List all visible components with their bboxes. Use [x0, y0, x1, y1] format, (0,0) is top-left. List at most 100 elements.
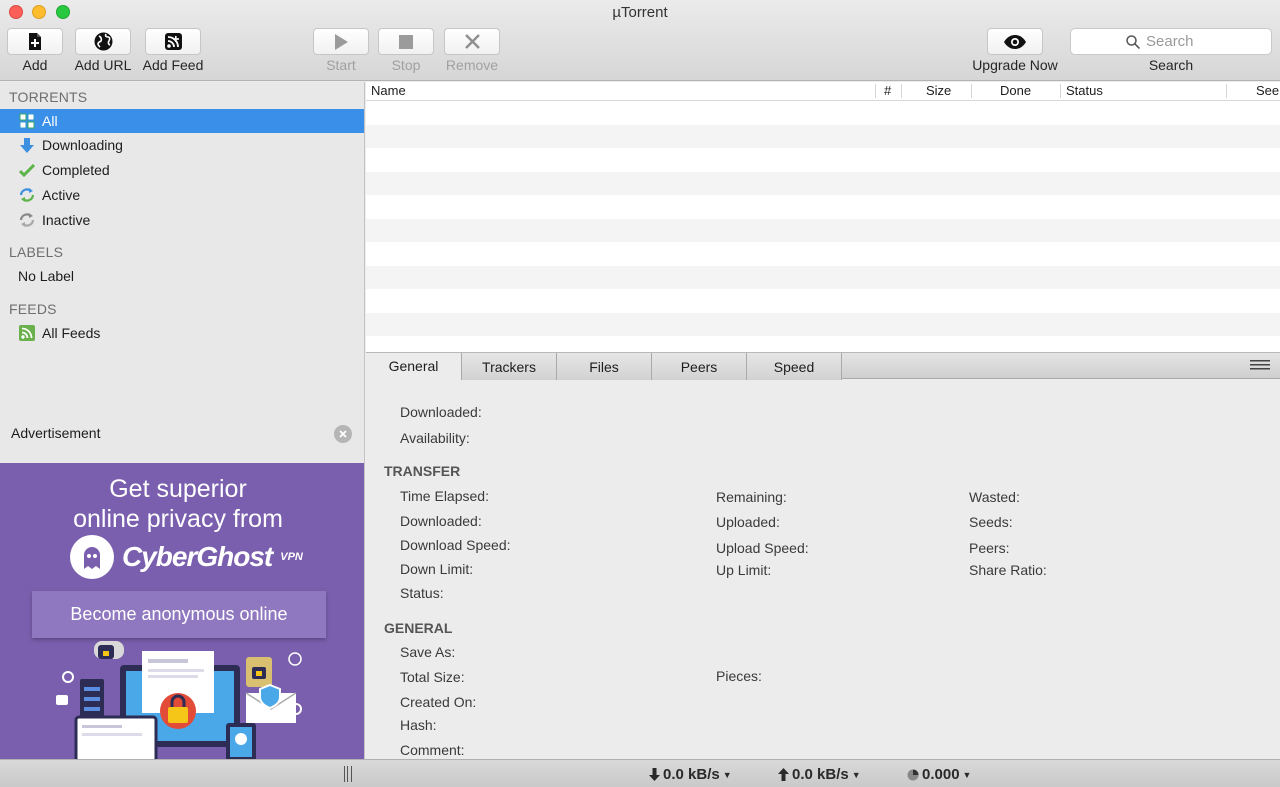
tab-speed[interactable]: Speed	[746, 353, 842, 380]
add-button[interactable]	[7, 28, 63, 55]
table-row[interactable]	[366, 148, 1280, 172]
window-title: µTorrent	[612, 4, 668, 21]
column-size[interactable]: Size	[926, 83, 951, 100]
sidebar-item-label: Completed	[42, 162, 110, 178]
feeds-heading: FEEDS	[9, 301, 57, 317]
column-seeds[interactable]: See	[1256, 83, 1279, 100]
column-number[interactable]: #	[884, 83, 891, 100]
sidebar-item-label: No Label	[18, 268, 75, 284]
table-row[interactable]	[366, 289, 1280, 313]
start-button[interactable]	[313, 28, 369, 55]
labels-heading: LABELS	[9, 244, 64, 260]
ghost-icon	[70, 535, 114, 579]
table-row[interactable]	[366, 124, 1280, 148]
transfer-heading: TRANSFER	[384, 463, 461, 479]
column-separator[interactable]	[1226, 84, 1227, 98]
remove-label: Remove	[445, 57, 499, 73]
field-save-as: Save As:	[400, 644, 456, 660]
ad-brand-suffix: VPN	[280, 551, 303, 563]
field-remaining: Remaining:	[716, 489, 787, 505]
menu-icon[interactable]	[1250, 360, 1270, 370]
field-total-size: Total Size:	[400, 669, 465, 685]
chevron-down-icon: ▼	[962, 769, 972, 780]
close-ad-button[interactable]	[334, 425, 352, 443]
table-row[interactable]	[366, 195, 1280, 219]
column-done[interactable]: Done	[1000, 83, 1031, 100]
column-status[interactable]: Status	[1066, 83, 1103, 100]
rss-icon	[18, 324, 36, 342]
table-row[interactable]	[366, 242, 1280, 266]
cyberghost-logo: CyberGhost VPN	[70, 535, 303, 579]
share-ratio-value: 0.000	[922, 766, 960, 783]
sidebar-item-label: Inactive	[42, 212, 91, 228]
add-feed-button[interactable]	[145, 28, 201, 55]
sidebar-item-label: Active	[42, 187, 81, 203]
status-bar: 0.0 kB/s ▼ 0.0 kB/s ▼ 0.000 ▼	[0, 759, 1280, 787]
sidebar-item-all[interactable]: All	[0, 109, 364, 133]
sidebar-item-completed[interactable]: Completed	[0, 158, 364, 182]
column-separator[interactable]	[1060, 84, 1061, 98]
column-separator[interactable]	[875, 84, 876, 98]
sidebar-item-active[interactable]: Active	[0, 183, 364, 207]
torrent-list[interactable]: Name # Size Done Status See	[366, 82, 1280, 352]
add-url-button[interactable]	[75, 28, 131, 55]
stop-button[interactable]	[378, 28, 434, 55]
download-arrow-icon	[649, 768, 660, 781]
checkmark-icon	[18, 161, 36, 179]
upload-rate-value: 0.0 kB/s	[792, 766, 849, 783]
field-pieces: Pieces:	[716, 668, 762, 684]
play-icon	[335, 33, 348, 50]
sidebar-item-inactive[interactable]: Inactive	[0, 208, 364, 232]
ad-headline: Get superior	[109, 475, 247, 503]
globe-icon	[94, 32, 112, 51]
field-peers: Peers:	[969, 540, 1010, 556]
search-input[interactable]	[1146, 33, 1216, 50]
table-row[interactable]	[366, 312, 1280, 336]
all-torrents-icon	[18, 112, 36, 130]
resize-grip-icon[interactable]	[344, 766, 352, 782]
column-name[interactable]: Name	[371, 83, 406, 100]
torrent-list-header: Name # Size Done Status See	[366, 82, 1280, 101]
table-row[interactable]	[366, 101, 1280, 125]
search-box[interactable]	[1070, 28, 1272, 55]
sidebar-item-no-label[interactable]: No Label	[0, 264, 364, 288]
tab-files[interactable]: Files	[556, 353, 652, 380]
add-feed-icon	[164, 33, 182, 50]
tab-trackers[interactable]: Trackers	[461, 353, 557, 380]
sidebar-item-downloading[interactable]: Downloading	[0, 133, 364, 157]
field-downloaded: Downloaded:	[400, 404, 482, 420]
remove-button[interactable]	[444, 28, 500, 55]
tab-peers[interactable]: Peers	[651, 353, 747, 380]
ad-cta-button[interactable]: Become anonymous online	[32, 591, 326, 638]
table-row[interactable]	[366, 171, 1280, 195]
field-wasted: Wasted:	[969, 489, 1020, 505]
field-created-on: Created On:	[400, 694, 477, 710]
devices-illustration-icon	[56, 641, 302, 759]
share-ratio[interactable]: 0.000 ▼	[907, 766, 971, 783]
download-rate-value: 0.0 kB/s	[663, 766, 720, 783]
add-feed-label: Add Feed	[142, 57, 204, 73]
sidebar: TORRENTS All Downloading Completed Activ…	[0, 82, 365, 463]
sidebar-item-all-feeds[interactable]: All Feeds	[0, 321, 364, 345]
search-icon	[1126, 34, 1140, 49]
chevron-down-icon: ▼	[851, 769, 861, 780]
upload-rate[interactable]: 0.0 kB/s ▼	[778, 766, 861, 783]
table-row[interactable]	[366, 336, 1280, 352]
field-time-elapsed: Time Elapsed:	[400, 488, 489, 504]
chevron-down-icon: ▼	[722, 769, 732, 780]
upgrade-button[interactable]	[987, 28, 1043, 55]
table-row[interactable]	[366, 265, 1280, 289]
active-arrows-icon	[18, 186, 36, 204]
download-arrow-icon	[18, 136, 36, 154]
field-upload-speed: Upload Speed:	[716, 540, 809, 556]
advertisement-banner[interactable]: Get superior online privacy from CyberGh…	[0, 463, 365, 759]
upload-arrow-icon	[778, 768, 789, 781]
torrents-heading: TORRENTS	[9, 89, 88, 105]
advertisement-header: Advertisement	[0, 420, 365, 462]
column-separator[interactable]	[901, 84, 902, 98]
field-comment: Comment:	[400, 742, 465, 758]
column-separator[interactable]	[971, 84, 972, 98]
table-row[interactable]	[366, 218, 1280, 242]
tab-general[interactable]: General	[366, 353, 462, 380]
download-rate[interactable]: 0.0 kB/s ▼	[649, 766, 732, 783]
